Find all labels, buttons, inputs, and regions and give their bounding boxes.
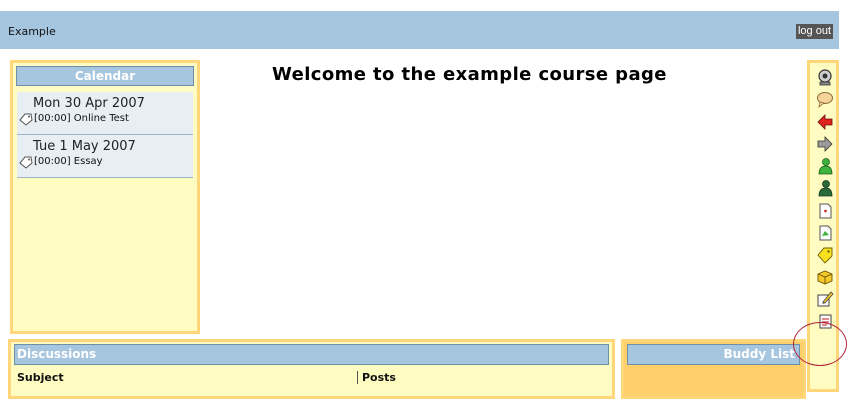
event-date: Tue 1 May 2007 [33, 139, 136, 154]
event-label: [00:00] Essay [34, 156, 103, 167]
logout-button[interactable]: log out [795, 24, 833, 39]
grey-arrow-icon[interactable] [816, 135, 834, 153]
calendar-panel: Calendar Mon 30 Apr 2007 [00:00] Online … [10, 60, 200, 334]
tag-icon [19, 113, 33, 126]
calendar-header: Calendar [16, 66, 194, 86]
calendar-event[interactable]: Mon 30 Apr 2007 [00:00] Online Test [17, 92, 193, 135]
discussions-table-header: Subject Posts [14, 371, 609, 384]
discussions-panel: Discussions Subject Posts [8, 339, 615, 399]
notepad-icon[interactable] [816, 312, 834, 330]
red-arrow-icon[interactable] [816, 113, 834, 131]
event-label: [00:00] Online Test [34, 113, 129, 124]
discussions-header: Discussions [14, 344, 609, 365]
dark-green-user-icon[interactable] [816, 179, 834, 197]
tool-strip [807, 60, 839, 392]
buddy-list-header: Buddy List [627, 344, 800, 365]
edit-icon[interactable] [816, 290, 834, 308]
event-item[interactable]: [00:00] Online Test [17, 112, 193, 126]
event-item[interactable]: [00:00] Essay [17, 155, 193, 169]
buddy-list-panel: Buddy List [621, 339, 806, 399]
box-icon[interactable] [816, 268, 834, 286]
site-title: Example [8, 25, 56, 38]
yellow-tag-icon[interactable] [816, 246, 834, 264]
top-bar: Example log out [0, 11, 839, 49]
column-posts[interactable]: Posts [357, 371, 396, 384]
column-subject[interactable]: Subject [14, 371, 357, 384]
page-title: Welcome to the example course page [272, 64, 667, 85]
calendar-event[interactable]: Tue 1 May 2007 [00:00] Essay [17, 135, 193, 178]
document-icon[interactable] [816, 202, 834, 220]
tag-icon [19, 156, 33, 169]
event-date: Mon 30 Apr 2007 [33, 96, 145, 111]
webcam-icon[interactable] [816, 68, 834, 86]
speech-bubble-icon[interactable] [816, 90, 834, 108]
green-user-icon[interactable] [816, 157, 834, 175]
green-document-icon[interactable] [816, 224, 834, 242]
